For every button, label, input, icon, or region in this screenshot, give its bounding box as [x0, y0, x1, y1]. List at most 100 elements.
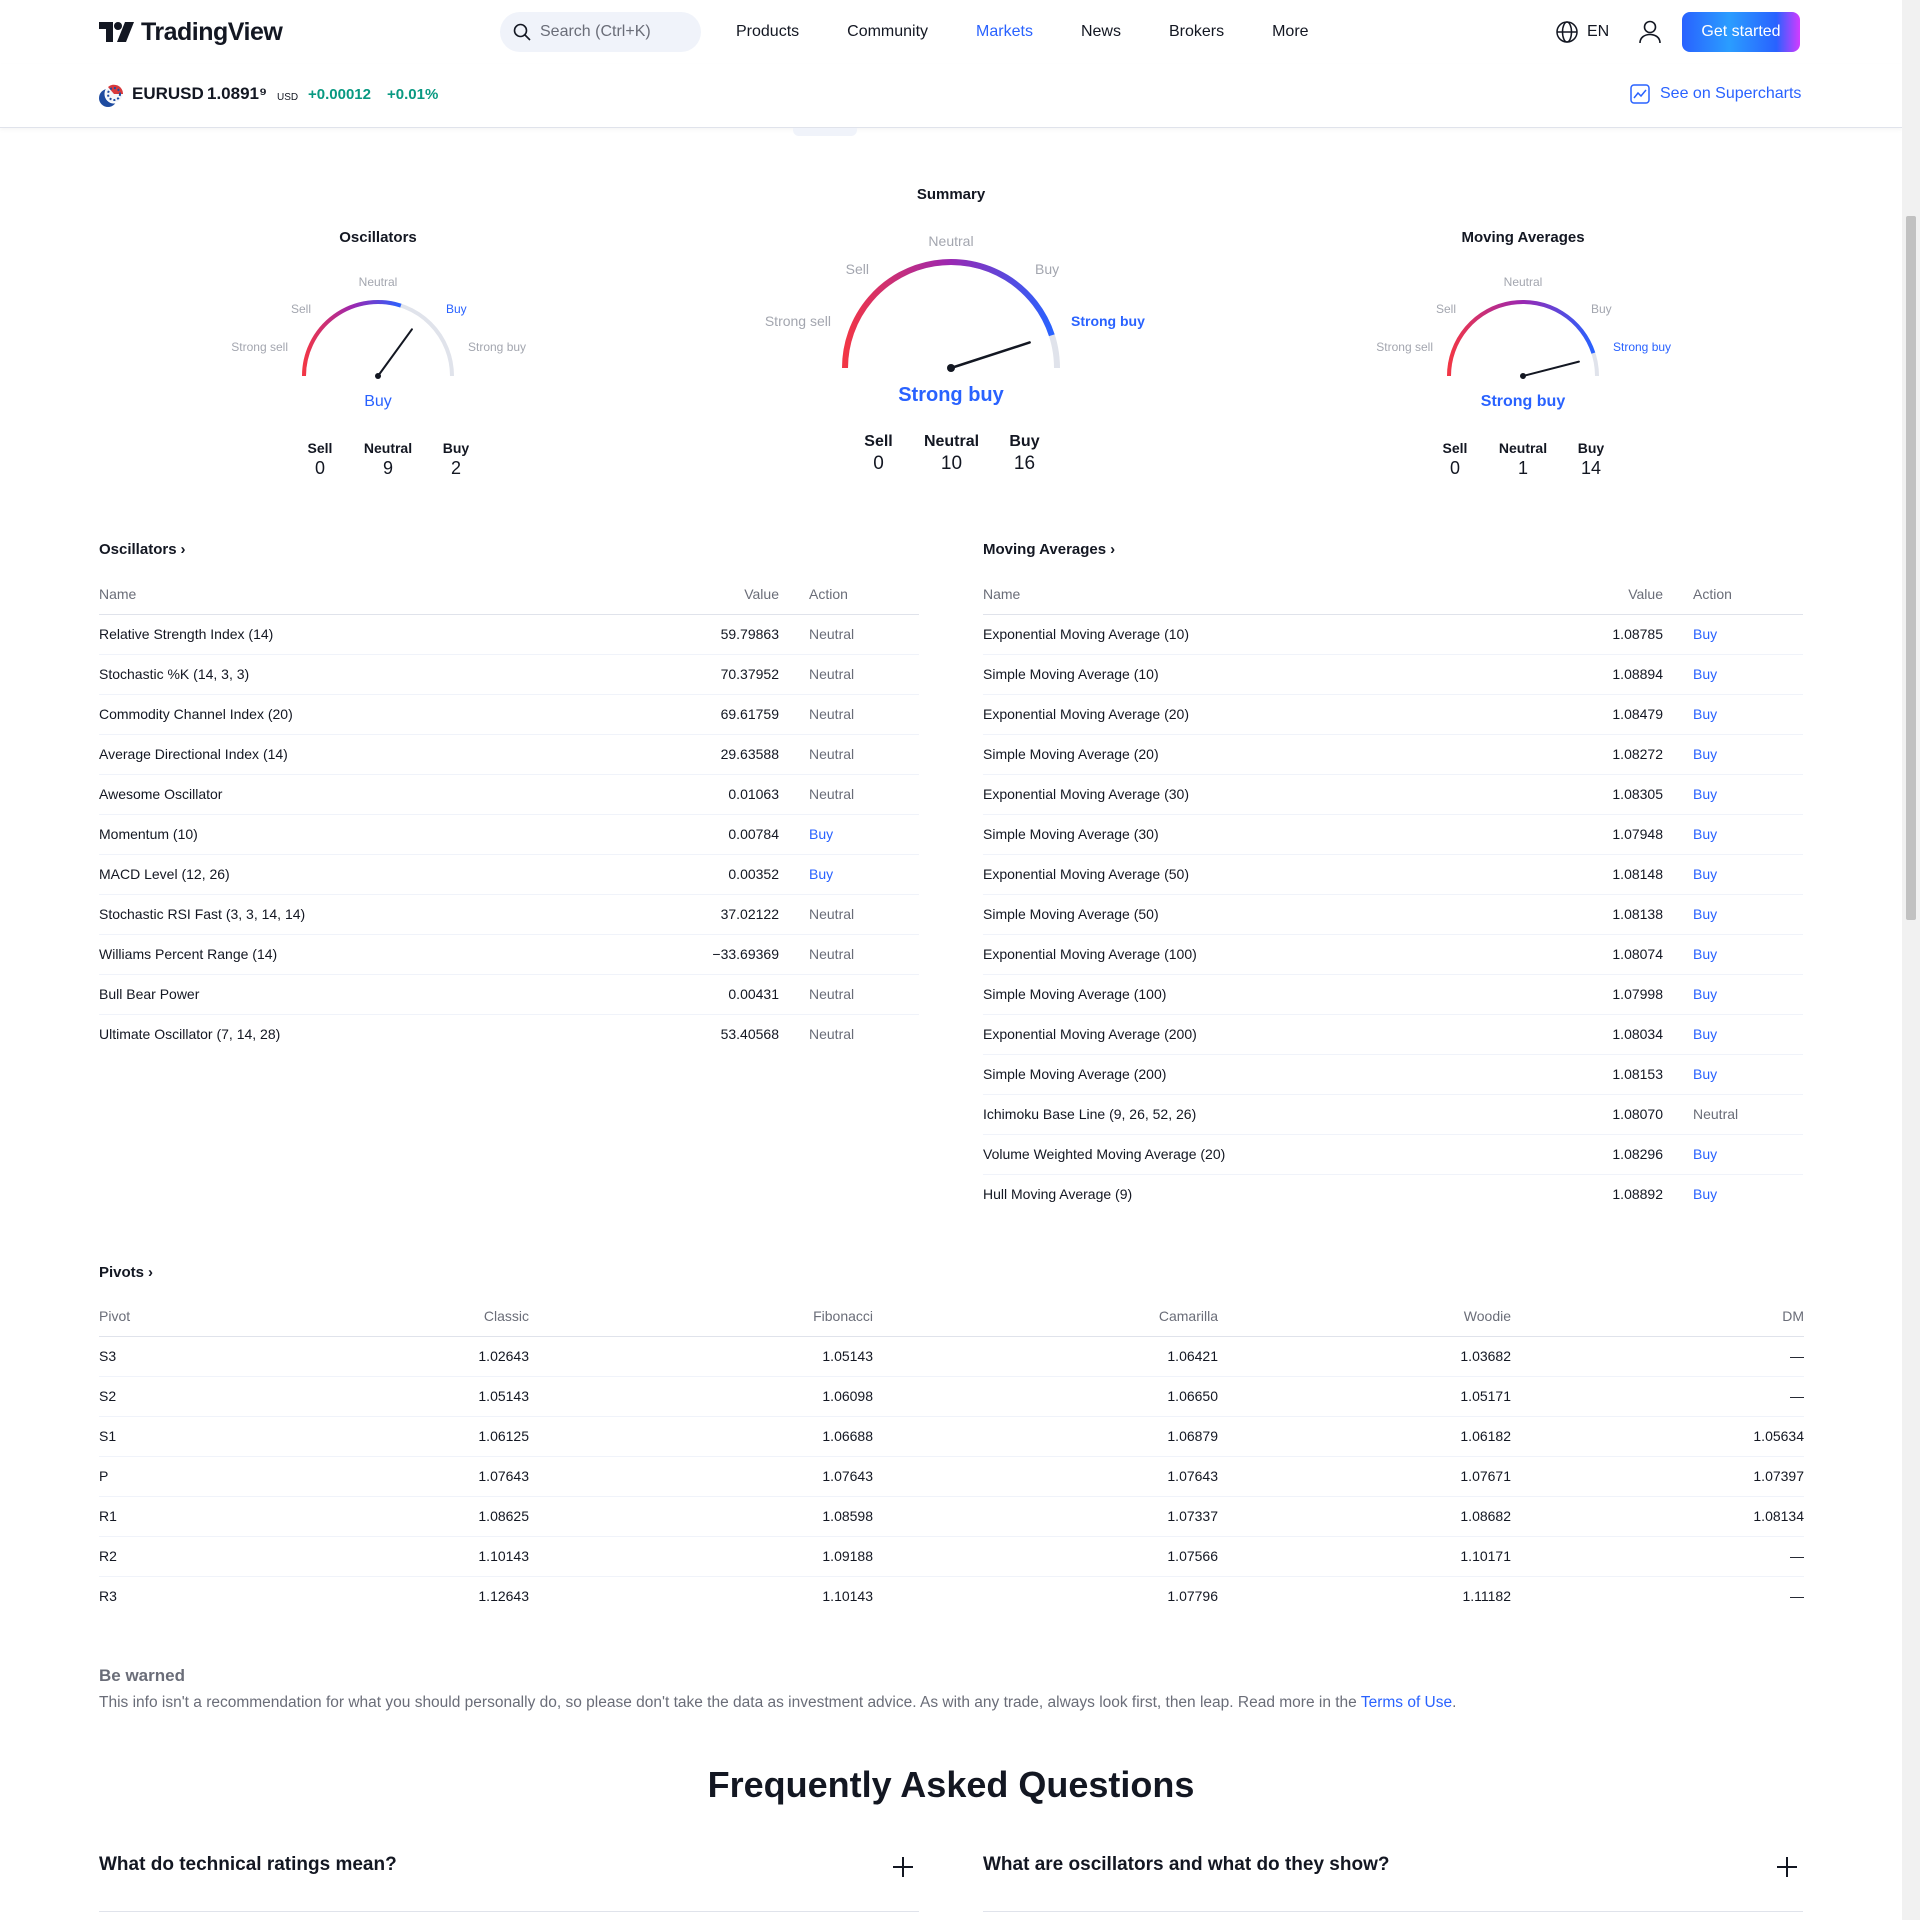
count-neutral: Neutral 10 — [923, 433, 980, 474]
pivot-pivot-cell: S2 — [99, 1376, 229, 1417]
moving-averages-section-link[interactable]: Moving Averages › — [983, 541, 1115, 558]
indicator-name[interactable]: Ichimoku Base Line (9, 26, 52, 26) — [983, 1094, 1543, 1135]
indicator-name[interactable]: Hull Moving Average (9) — [983, 1174, 1543, 1214]
plus-icon[interactable] — [1777, 1857, 1797, 1877]
terms-of-use-link[interactable]: Terms of Use — [1361, 1694, 1452, 1711]
indicator-action: Buy — [1663, 1014, 1803, 1055]
column-header-name: Name — [99, 574, 659, 615]
table-row: Ultimate Oscillator (7, 14, 28) 53.40568 N… — [99, 1014, 919, 1054]
table-row: Ichimoku Base Line (9, 26, 52, 26) 1.0807… — [983, 1094, 1803, 1135]
table-header-row: Pivot Classic Fibonacci Camarilla Woodie… — [99, 1296, 1804, 1337]
oscillators-section-link[interactable]: Oscillators › — [99, 541, 186, 558]
indicator-action: Neutral — [779, 734, 919, 775]
indicator-action: Neutral — [779, 614, 919, 655]
user-icon[interactable] — [1636, 18, 1664, 46]
indicator-name[interactable]: Simple Moving Average (100) — [983, 974, 1543, 1015]
table-row: Simple Moving Average (10) 1.08894 Buy — [983, 654, 1803, 695]
get-started-button[interactable]: Get started — [1682, 12, 1800, 52]
symbol-name[interactable]: EURUSD — [132, 84, 204, 104]
moving-averages-section-title: Moving Averages — [983, 541, 1107, 558]
faq-item[interactable]: What are oscillators and what do they sh… — [983, 1854, 1803, 1912]
nav-community[interactable]: Community — [823, 23, 952, 41]
gauge-active-arc — [842, 259, 1055, 369]
indicator-name[interactable]: Momentum (10) — [99, 814, 659, 855]
nav-products[interactable]: Products — [712, 23, 823, 41]
moving-averages-gauge: Neutral Sell Buy Strong sell Strong buy — [1376, 275, 1671, 379]
pivots-section-link[interactable]: Pivots › — [99, 1264, 153, 1281]
indicator-action: Buy — [1663, 934, 1803, 975]
indicator-value: 0.00784 — [659, 814, 779, 855]
plus-icon[interactable] — [893, 1857, 913, 1877]
indicator-name[interactable]: Simple Moving Average (10) — [983, 654, 1543, 695]
oscillators-table-body: Relative Strength Index (14) 59.79863 Neut… — [99, 614, 919, 1054]
count-buy: Buy 2 — [442, 440, 470, 478]
indicator-value: 1.08034 — [1543, 1014, 1663, 1055]
indicator-name[interactable]: Exponential Moving Average (10) — [983, 614, 1543, 655]
indicator-name[interactable]: Exponential Moving Average (50) — [983, 854, 1543, 895]
scrollbar-thumb[interactable] — [1906, 216, 1916, 920]
indicator-name[interactable]: Stochastic %K (14, 3, 3) — [99, 654, 659, 695]
indicator-name[interactable]: Exponential Moving Average (200) — [983, 1014, 1543, 1055]
indicator-value: −33.69369 — [659, 934, 779, 975]
summary-gauge-title: Summary — [916, 186, 986, 203]
pivot-pivot-cell: R2 — [99, 1536, 229, 1577]
gauge-label-sell: Sell — [291, 302, 311, 316]
indicator-name[interactable]: Exponential Moving Average (20) — [983, 694, 1543, 735]
indicator-action: Buy — [1663, 1134, 1803, 1175]
gauge-label-buy: Buy — [446, 302, 467, 316]
pivot-woodie-cell: 1.11182 — [1462, 1588, 1511, 1605]
nav-more[interactable]: More — [1248, 23, 1332, 41]
indicator-action: Buy — [1663, 774, 1803, 815]
tradingview-logo[interactable]: TradingView — [99, 16, 283, 48]
indicator-name[interactable]: Bull Bear Power — [99, 974, 659, 1015]
indicator-name[interactable]: Simple Moving Average (30) — [983, 814, 1543, 855]
nav-brokers[interactable]: Brokers — [1145, 23, 1248, 41]
indicator-action: Neutral — [779, 654, 919, 695]
pivot-dm-cell: — — [1511, 1336, 1804, 1377]
pivot-woodie-cell: 1.10171 — [1218, 1536, 1511, 1577]
indicator-name[interactable]: Exponential Moving Average (100) — [983, 934, 1543, 975]
indicator-name[interactable]: Ultimate Oscillator (7, 14, 28) — [99, 1014, 659, 1054]
symbol-price: 1.0891⁹ — [207, 84, 268, 103]
indicator-name[interactable]: Simple Moving Average (200) — [983, 1054, 1543, 1095]
moving-averages-counts: Sell 0 Neutral 1 Buy 14 — [1421, 440, 1625, 479]
summary-counts: Sell 0 Neutral 10 Buy 16 — [842, 433, 1061, 475]
pivot-classic-cell: 1.10143 — [229, 1536, 529, 1577]
nav-markets[interactable]: Markets — [952, 23, 1057, 41]
count-buy: Buy 16 — [1009, 433, 1040, 474]
gauge-active-arc — [1447, 300, 1596, 377]
indicator-name[interactable]: Simple Moving Average (20) — [983, 734, 1543, 775]
language-selector[interactable]: EN — [1555, 20, 1609, 44]
indicator-action: Buy — [1663, 814, 1803, 855]
indicator-action: Neutral — [1663, 1094, 1803, 1135]
indicator-name[interactable]: Williams Percent Range (14) — [99, 934, 659, 975]
indicator-name[interactable]: Volume Weighted Moving Average (20) — [983, 1134, 1543, 1175]
table-row: P 1.07643 1.07643 1.07643 1.07671 1.07397 — [99, 1456, 1804, 1497]
gauge-label-strong-buy: Strong buy — [468, 340, 526, 354]
nav-news[interactable]: News — [1057, 23, 1145, 41]
pivot-camarilla-cell: 1.06421 — [873, 1336, 1218, 1377]
globe-icon — [1556, 21, 1578, 43]
indicator-name[interactable]: Awesome Oscillator — [99, 774, 659, 815]
faq-item[interactable]: What do technical ratings mean? — [99, 1854, 919, 1912]
indicator-name[interactable]: Commodity Channel Index (20) — [99, 694, 659, 735]
indicator-name[interactable]: Relative Strength Index (14) — [99, 614, 659, 655]
see-on-supercharts-link[interactable]: See on Supercharts — [1630, 84, 1801, 104]
search-input[interactable]: Search (Ctrl+K) — [500, 12, 701, 52]
pivot-camarilla-cell: 1.07796 — [1167, 1588, 1218, 1605]
indicator-name[interactable]: Simple Moving Average (50) — [983, 894, 1543, 935]
gauge-label-neutral: Neutral — [359, 275, 398, 289]
gauge-label-strong-sell: Strong sell — [231, 340, 288, 354]
indicator-name[interactable]: Average Directional Index (14) — [99, 734, 659, 775]
pivot-dm-cell: — — [1790, 1588, 1804, 1605]
gauge-label-sell: Sell — [846, 261, 869, 277]
column-header-value: Value — [659, 574, 779, 615]
pivot-woodie-cell: 1.08682 — [1218, 1496, 1511, 1537]
indicator-action: Neutral — [779, 894, 919, 935]
indicator-name[interactable]: Exponential Moving Average (30) — [983, 774, 1543, 815]
pivots-table: Pivot Classic Fibonacci Camarilla Woodie… — [99, 1296, 1804, 1616]
pivot-classic-cell: 1.02643 — [229, 1336, 529, 1377]
indicator-name[interactable]: MACD Level (12, 26) — [99, 854, 659, 895]
summary-gauge: Neutral Sell Buy Strong sell Strong buy — [765, 233, 1145, 372]
indicator-name[interactable]: Stochastic RSI Fast (3, 3, 14, 14) — [99, 894, 659, 935]
